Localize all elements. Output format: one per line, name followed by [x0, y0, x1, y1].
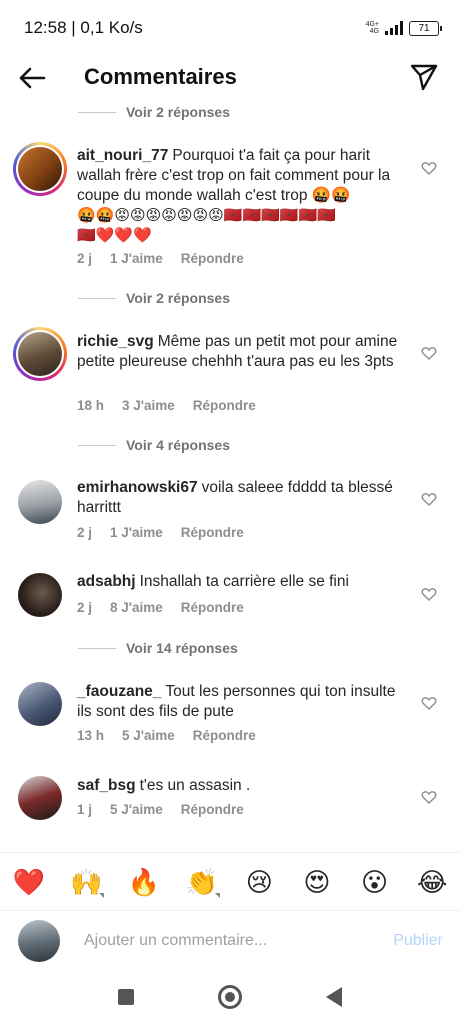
like-heart-icon[interactable] — [421, 695, 437, 711]
quick-reactions-bar: ❤️ 🙌 🔥 👏 😢 😍 😮 😂 — [0, 852, 461, 911]
view-replies-button[interactable]: Voir 4 réponses — [78, 437, 230, 453]
reply-button[interactable]: Répondre — [181, 251, 244, 266]
like-heart-icon[interactable] — [421, 160, 437, 176]
comment-likes[interactable]: 1 J'aime — [110, 251, 163, 266]
comment-body: _faouzane_ Tout les personnes qui ton ins… — [77, 682, 407, 722]
like-heart-icon[interactable] — [421, 491, 437, 507]
current-user-avatar — [18, 920, 60, 962]
view-replies-button[interactable]: Voir 2 réponses — [78, 104, 230, 120]
divider-line — [78, 647, 116, 649]
reaction-heart-eyes-emoji[interactable]: 😍 — [297, 867, 337, 898]
direct-send-icon[interactable] — [409, 62, 439, 92]
page-title: Commentaires — [84, 64, 237, 89]
network-indicator: 4G+ 4G — [365, 21, 379, 35]
reaction-fire-emoji[interactable]: 🔥 — [124, 867, 164, 898]
reply-button[interactable]: Répondre — [193, 728, 256, 743]
post-button[interactable]: Publier — [393, 932, 443, 950]
comment-time: 13 h — [77, 728, 105, 743]
divider-line — [78, 297, 116, 299]
home-circle-icon[interactable] — [218, 985, 242, 1009]
comment-body: saf_bsg t'es un assasin . — [77, 776, 407, 796]
comments-feed[interactable]: Voir 2 réponses ait_nouri_77 Pourquoi t'a… — [0, 100, 461, 848]
status-bar: 12:58 | 0,1 Ko/s 4G+ 4G 71 — [0, 0, 461, 56]
comment-meta: 2 j 8 J'aime Répondre — [77, 600, 244, 615]
comment-emojis: 🤬🤬😡😡😡😡😡😡😡🇲🇦🇲🇦🇲🇦🇲🇦🇲🇦🇲🇦 — [77, 207, 336, 224]
avatar-story-ring[interactable] — [13, 142, 67, 196]
comment-body: adsabhj Inshallah ta carrière elle se fin… — [77, 572, 407, 592]
reply-button[interactable]: Répondre — [181, 525, 244, 540]
reaction-crying-emoji[interactable]: 😢 — [239, 867, 279, 898]
comment-meta: 18 h 3 J'aime Répondre — [77, 398, 256, 413]
recents-square-icon[interactable] — [118, 989, 134, 1005]
comment-time: 2 j — [77, 251, 93, 266]
divider-line — [78, 444, 116, 446]
avatar — [18, 147, 62, 191]
avatar-story-ring[interactable] — [13, 327, 67, 381]
comment-meta: 1 j 5 J'aime Répondre — [77, 802, 244, 817]
comment-likes[interactable]: 8 J'aime — [110, 600, 163, 615]
comment-username[interactable]: _faouzane_ — [77, 683, 161, 700]
header: Commentaires — [0, 56, 461, 100]
reaction-clap-emoji[interactable]: 👏 — [182, 867, 222, 898]
system-nav-bar — [0, 972, 461, 1024]
reaction-surprised-emoji[interactable]: 😮 — [355, 867, 395, 898]
comment-input[interactable]: Ajouter un commentaire... — [84, 932, 267, 950]
reaction-heart-emoji[interactable]: ❤️ — [9, 867, 49, 898]
comment-time: 2 j — [77, 525, 93, 540]
status-icons: 4G+ 4G 71 — [365, 20, 442, 36]
like-heart-icon[interactable] — [421, 345, 437, 361]
comment-text: t'es un assasin . — [139, 777, 251, 794]
comment-username[interactable]: adsabhj — [77, 573, 136, 590]
comment-username[interactable]: richie_svg — [77, 333, 154, 350]
comment-meta: 2 j 1 J'aime Répondre — [77, 525, 244, 540]
avatar[interactable] — [18, 776, 62, 820]
comment-body: richie_svg Même pas un petit mot pour ami… — [77, 332, 407, 372]
reply-button[interactable]: Répondre — [193, 398, 256, 413]
reply-button[interactable]: Répondre — [181, 600, 244, 615]
view-replies-button[interactable]: Voir 14 réponses — [78, 640, 238, 656]
comment-body: emirhanowski67 voila saleee fdddd ta bles… — [77, 478, 407, 518]
comment-text: Inshallah ta carrière elle se fini — [139, 573, 349, 590]
reply-button[interactable]: Répondre — [181, 802, 244, 817]
like-heart-icon[interactable] — [421, 586, 437, 602]
avatar — [18, 332, 62, 376]
comment-body: ait_nouri_77 Pourquoi t'a fait ça pour ha… — [77, 146, 407, 246]
reaction-raised-hands-emoji[interactable]: 🙌 — [66, 867, 106, 898]
like-heart-icon[interactable] — [421, 789, 437, 805]
comment-time: 1 j — [77, 802, 93, 817]
battery-icon: 71 — [409, 20, 442, 36]
comment-username[interactable]: saf_bsg — [77, 777, 136, 794]
signal-icon — [385, 21, 403, 35]
view-replies-button[interactable]: Voir 2 réponses — [78, 290, 230, 306]
comment-likes[interactable]: 5 J'aime — [122, 728, 175, 743]
back-triangle-icon[interactable] — [326, 987, 342, 1007]
avatar[interactable] — [18, 682, 62, 726]
comment-meta: 2 j 1 J'aime Répondre — [77, 251, 244, 266]
comment-composer: Ajouter un commentaire... Publier — [0, 910, 461, 973]
comment-username[interactable]: emirhanowski67 — [77, 479, 198, 496]
comment-meta: 13 h 5 J'aime Répondre — [77, 728, 256, 743]
comment-emojis: 🇲🇦❤️❤️❤️ — [77, 227, 152, 244]
comment-likes[interactable]: 5 J'aime — [110, 802, 163, 817]
avatar[interactable] — [18, 573, 62, 617]
reaction-laughing-emoji[interactable]: 😂 — [412, 867, 452, 898]
avatar[interactable] — [18, 480, 62, 524]
comment-likes[interactable]: 3 J'aime — [122, 398, 175, 413]
divider-line — [78, 111, 116, 113]
back-arrow-icon[interactable] — [16, 62, 48, 94]
comment-time: 2 j — [77, 600, 93, 615]
comment-likes[interactable]: 1 J'aime — [110, 525, 163, 540]
comment-username[interactable]: ait_nouri_77 — [77, 147, 168, 164]
comment-time: 18 h — [77, 398, 105, 413]
status-time: 12:58 | 0,1 Ko/s — [24, 18, 143, 37]
